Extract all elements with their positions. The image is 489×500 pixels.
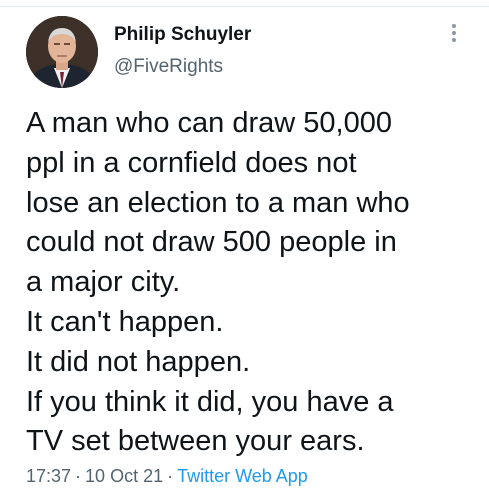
author-name[interactable]: Philip Schuyler [114, 24, 251, 46]
tweet-card: Philip Schuyler @FiveRights A man who ca… [0, 0, 489, 500]
avatar-photo [26, 16, 98, 88]
tweet-date[interactable]: 10 Oct 21 [85, 466, 163, 486]
tweet-meta: 17:37 · 10 Oct 21 · Twitter Web App [26, 466, 308, 487]
tweet-line: lose an election to a man who [26, 186, 410, 219]
tweet-line: could not draw 500 people in [26, 226, 397, 259]
avatar[interactable] [26, 16, 98, 88]
tweet-time[interactable]: 17:37 [26, 466, 71, 486]
tweet-line: It can't happen. [26, 305, 224, 338]
tweet-source-link[interactable]: Twitter Web App [177, 466, 308, 486]
tweet-line: a major city. [26, 266, 181, 299]
tweet-line: ppl in a cornfield does not [26, 146, 357, 179]
tweet-line: TV set between your ears. [26, 425, 365, 458]
tweet-line: If you think it did, you have a [26, 385, 394, 418]
meta-separator: · [167, 466, 174, 486]
tweet-text: A man who can draw 50,000 ppl in a cornf… [26, 104, 476, 462]
tweet-line: A man who can draw 50,000 [26, 107, 392, 139]
meta-separator: · [75, 466, 82, 486]
author-handle[interactable]: @FiveRights [114, 56, 223, 78]
tweet-line: It did not happen. [26, 345, 251, 378]
more-vertical-icon[interactable] [448, 24, 460, 48]
